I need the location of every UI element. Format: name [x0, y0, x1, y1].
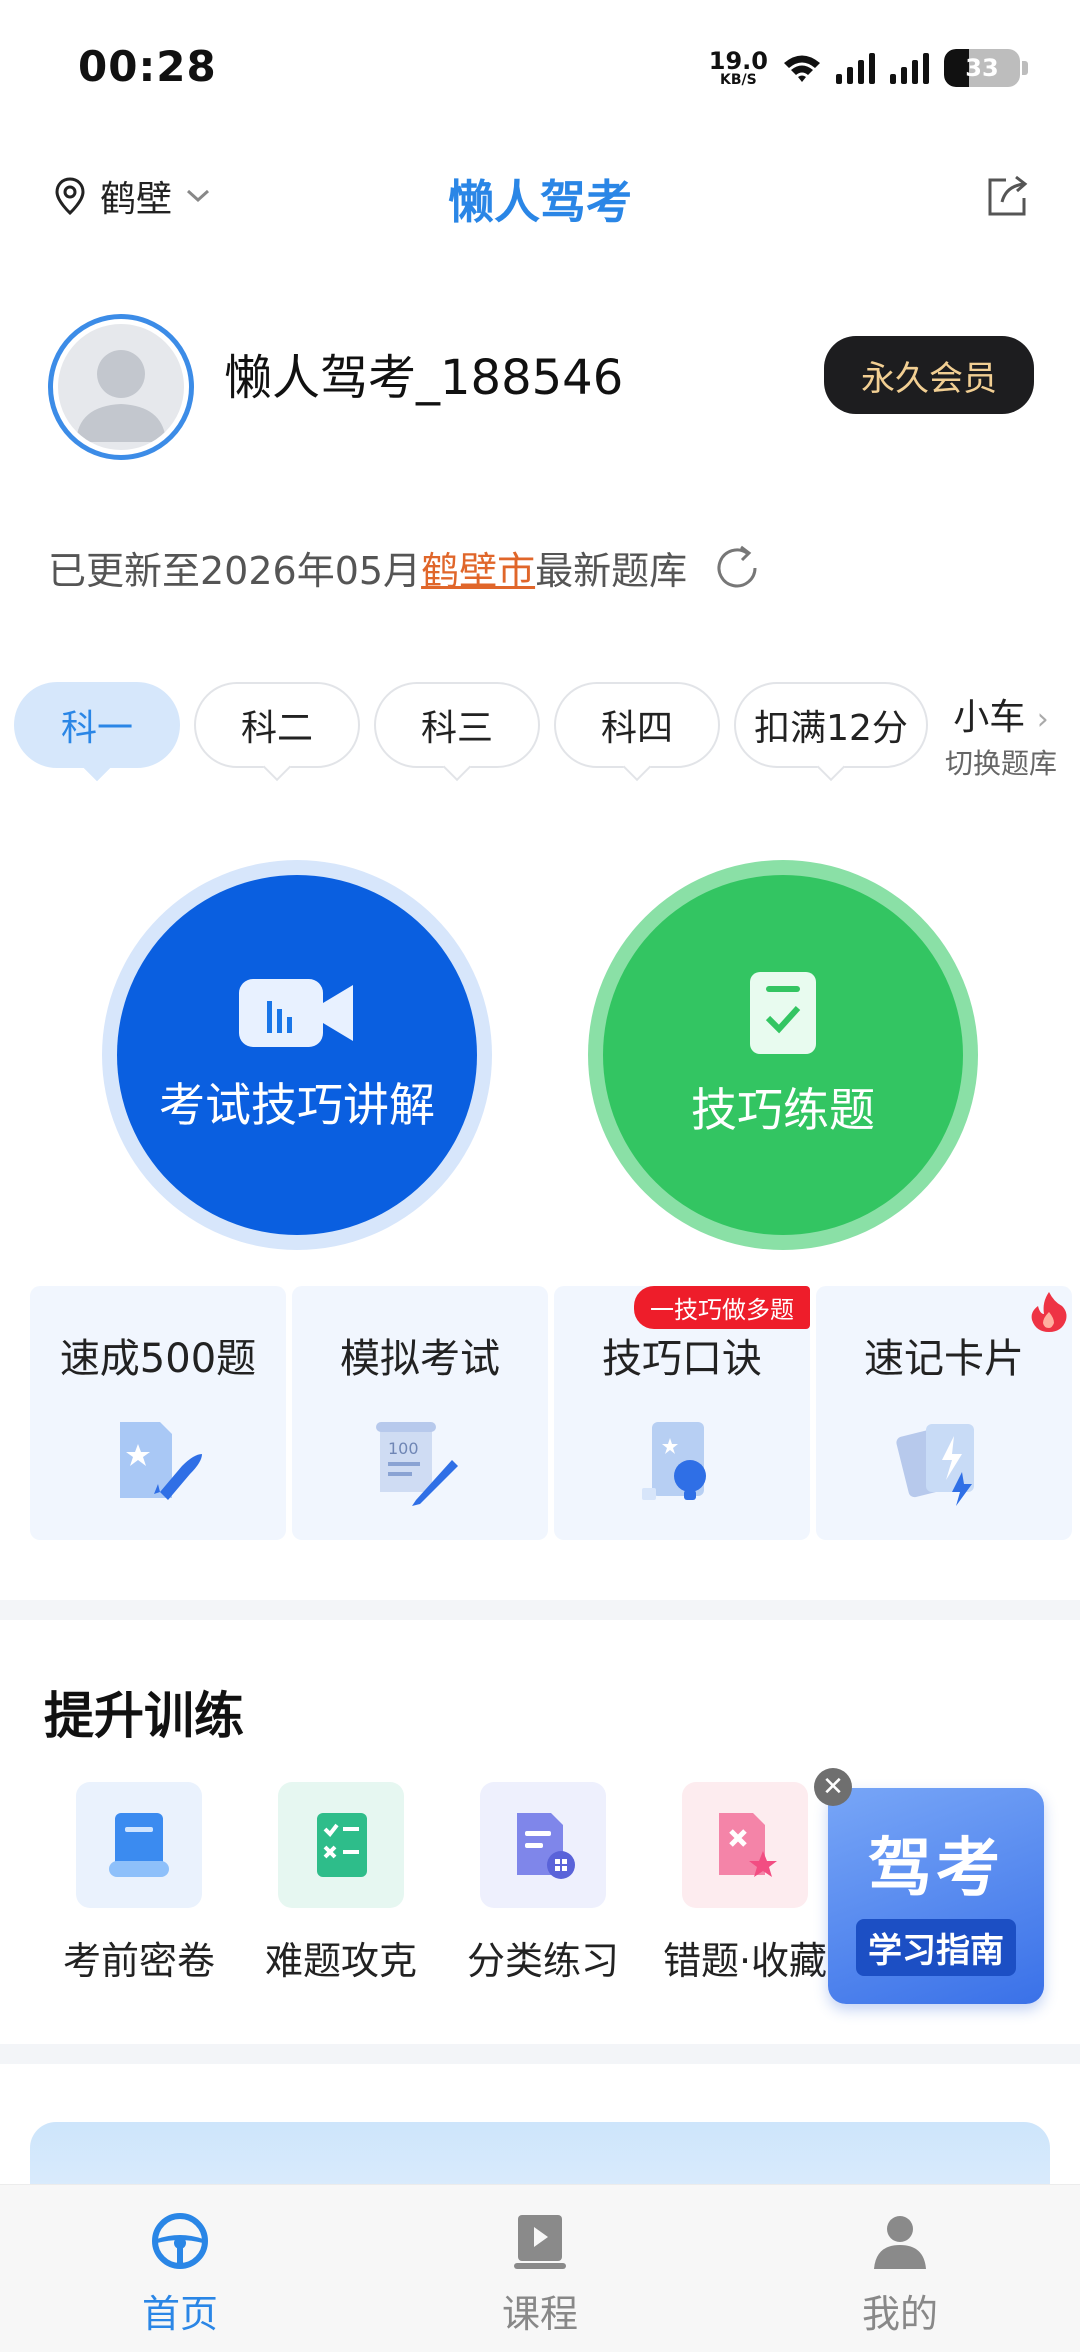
card-mock-exam[interactable]: 模拟考试 100	[292, 1286, 548, 1540]
battery-tip	[1022, 61, 1028, 75]
training-section-title: 提升训练	[44, 1687, 244, 1745]
training-wrong-favorites[interactable]: 错题·收藏	[663, 1782, 827, 1985]
scroll-icon	[76, 1782, 202, 1908]
username: 懒人驾考_188546	[224, 350, 624, 406]
update-prefix: 已更新至2026年05月	[48, 549, 422, 593]
app-title: 懒人驾考	[448, 175, 632, 229]
tab-12-points[interactable]: 扣满12分	[734, 682, 928, 782]
bottom-nav: 首页 课程 我的	[0, 2184, 1080, 2352]
signal-icon-1	[836, 53, 875, 84]
battery-icon: 33	[944, 49, 1020, 87]
tab-pointer	[442, 752, 472, 782]
avatar-placeholder	[58, 324, 184, 450]
battery-level: 33	[965, 54, 999, 82]
card-flash-cards[interactable]: 速记卡片	[816, 1286, 1072, 1540]
status-time: 00:28	[78, 42, 217, 91]
nav-home[interactable]: 首页	[0, 2185, 360, 2352]
tab-pointer	[82, 752, 112, 782]
training-category-practice[interactable]: 分类练习	[467, 1782, 620, 1985]
tips-practice-button[interactable]: 技巧练题	[588, 860, 978, 1250]
category-doc-icon	[480, 1782, 606, 1908]
close-icon[interactable]: ✕	[814, 1768, 852, 1806]
refresh-icon[interactable]	[711, 542, 763, 594]
feature-cards: 速成500题 模拟考试 100 一技巧做多题 技巧口诀 速记卡片	[30, 1286, 1072, 1540]
lightbulb-card-icon	[642, 1422, 706, 1500]
svg-text:100: 100	[388, 1439, 419, 1458]
training-label: 难题攻克	[265, 1939, 418, 1983]
tips-practice-circle: 技巧练题	[603, 875, 963, 1235]
vehicle-type: 小车 ›	[953, 697, 1049, 738]
exam-paper-icon: 100	[376, 1422, 458, 1506]
tab-pointer	[622, 752, 652, 782]
wrong-star-icon	[682, 1782, 808, 1908]
card-title: 模拟考试	[340, 1336, 500, 1382]
chevron-right-icon: ›	[1036, 702, 1049, 737]
training-hard-questions[interactable]: 难题攻克	[265, 1782, 418, 1985]
training-label: 错题·收藏	[662, 1939, 828, 1983]
nav-course[interactable]: 课程	[360, 2185, 720, 2352]
subject-tabs: 科一 科二 科三 科四 扣满12分	[14, 682, 928, 782]
tab-subject-4[interactable]: 科四	[554, 682, 720, 782]
fire-icon	[1031, 1292, 1067, 1332]
wifi-icon	[784, 55, 820, 82]
flash-cards-icon	[896, 1424, 974, 1506]
card-quick-500[interactable]: 速成500题	[30, 1286, 286, 1540]
card-title: 速记卡片	[864, 1336, 1024, 1382]
video-camera-icon	[239, 979, 353, 1047]
person-silhouette-icon	[76, 350, 166, 442]
card-tips-mnemonic[interactable]: 一技巧做多题 技巧口诀	[554, 1286, 810, 1540]
nav-label: 我的	[861, 2292, 938, 2336]
vehicle-switch-hint: 切换题库	[944, 747, 1057, 780]
checklist-doc-icon	[750, 972, 816, 1054]
card-title: 速成500题	[59, 1336, 257, 1382]
section-divider	[0, 2044, 1080, 2064]
promo-badge: 一技巧做多题	[634, 1286, 810, 1329]
training-pre-exam-paper[interactable]: 考前密卷	[63, 1782, 216, 1985]
person-icon	[874, 2216, 926, 2269]
course-book-icon	[514, 2215, 566, 2269]
vehicle-switch[interactable]: 小车 › 切换题库	[936, 688, 1066, 782]
vip-badge[interactable]: 永久会员	[824, 336, 1034, 414]
tab-subject-1[interactable]: 科一	[14, 682, 180, 782]
training-list: 考前密卷 难题攻克 分类练习 错题·收藏	[63, 1782, 827, 1985]
training-label: 分类练习	[467, 1939, 620, 1983]
rocket-doc-icon	[120, 1422, 202, 1500]
card-title: 技巧口诀	[602, 1336, 762, 1382]
tab-pointer	[816, 752, 846, 782]
nav-label: 课程	[501, 2292, 578, 2336]
guide-title: 驾考	[868, 1831, 1004, 1906]
tab-subject-2[interactable]: 科二	[194, 682, 360, 782]
share-icon[interactable]	[984, 172, 1032, 220]
tab-subject-3[interactable]: 科三	[374, 682, 540, 782]
nav-label: 首页	[141, 2292, 218, 2336]
training-label: 考前密卷	[63, 1939, 216, 1983]
steering-wheel-icon	[152, 2213, 208, 2269]
exam-tips-video-circle: 考试技巧讲解	[117, 875, 477, 1235]
guide-subtitle: 学习指南	[856, 1918, 1016, 1976]
tab-pointer	[262, 752, 292, 782]
driving-guide-float[interactable]: 驾考 学习指南	[828, 1788, 1044, 2004]
exam-tips-video-button[interactable]: 考试技巧讲解	[102, 860, 492, 1250]
checklist-icon	[278, 1782, 404, 1908]
avatar[interactable]	[48, 314, 194, 460]
update-city-link[interactable]: 鹤壁市	[421, 540, 535, 595]
exam-tips-video-label: 考试技巧讲解	[159, 1078, 435, 1132]
section-divider	[0, 1600, 1080, 1620]
signal-icon-2	[890, 53, 929, 84]
nav-mine[interactable]: 我的	[720, 2185, 1080, 2352]
question-bank-update: 已更新至2026年05月 鹤壁市 最新题库	[48, 540, 763, 595]
tips-practice-label: 技巧练题	[691, 1083, 875, 1137]
update-suffix: 最新题库	[535, 549, 688, 593]
net-speed: 19.0 KB/S	[708, 47, 768, 88]
status-icons: 19.0 KB/S 33	[709, 44, 1028, 92]
